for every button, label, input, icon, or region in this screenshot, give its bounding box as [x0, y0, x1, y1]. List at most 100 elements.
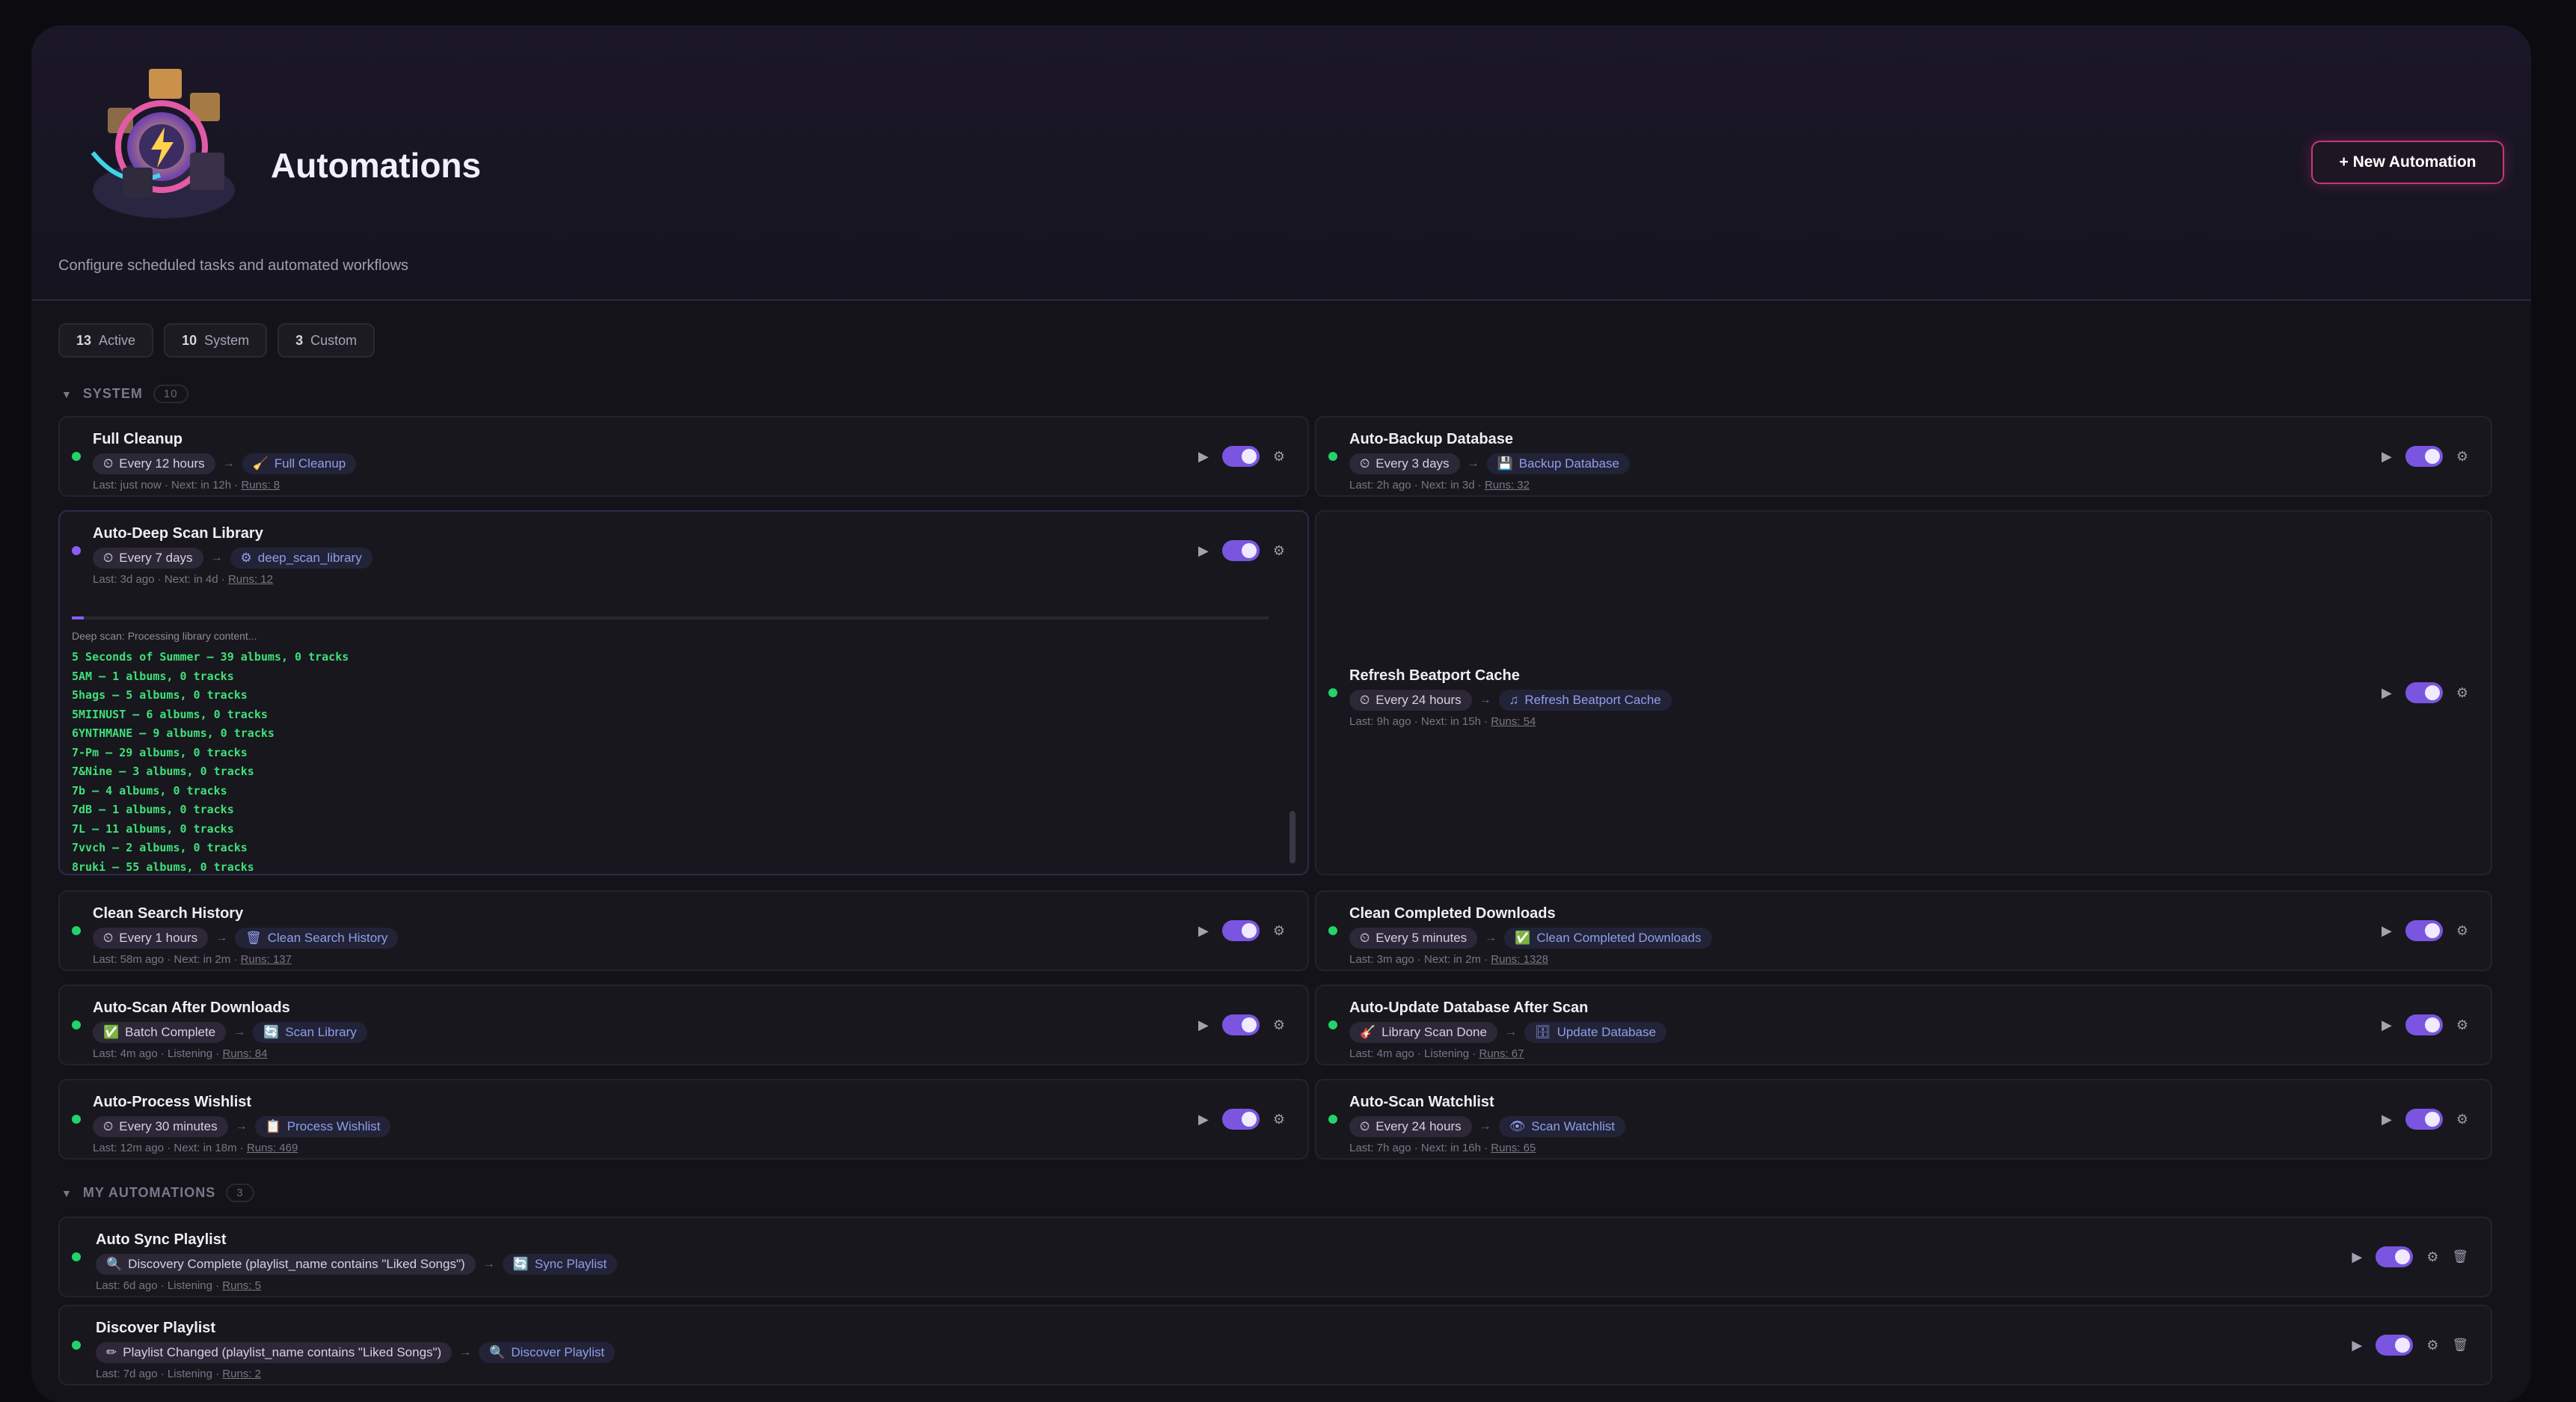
clock-icon: ⏲ — [103, 456, 114, 471]
arrow-icon: → — [222, 457, 235, 470]
automation-card-watchlist[interactable]: Auto-Scan Watchlist ⏲ Every 24 hours → 👁 S… — [1315, 1079, 2492, 1160]
gear-icon[interactable]: ⚙ — [2456, 449, 2468, 465]
run-now-button[interactable]: ▶ — [2382, 449, 2392, 465]
gear-icon[interactable]: ⚙ — [2426, 1338, 2438, 1353]
trigger-chip: ✅ Batch Complete — [93, 1022, 227, 1043]
run-now-button[interactable]: ▶ — [2382, 923, 2392, 939]
run-now-button[interactable]: ▶ — [1198, 923, 1209, 939]
automation-card-clean-downloads[interactable]: Clean Completed Downloads ⏲ Every 5 minut… — [1315, 890, 2492, 971]
trash-icon[interactable]: 🗑 — [2452, 1249, 2468, 1264]
action-chip: 🗄 Update Database — [1524, 1022, 1666, 1043]
run-now-button[interactable]: ▶ — [2352, 1338, 2362, 1353]
action-chip: ⚙ deep_scan_library — [230, 548, 372, 569]
automation-meta: Last: 3d ago · Next: in 4d · Runs: 12 — [93, 573, 273, 586]
automation-card-discover-playlist[interactable]: Discover Playlist ✏ Playlist Changed (pla… — [58, 1305, 2492, 1386]
trigger-chip: ⏲ Every 12 hours — [93, 453, 215, 474]
automation-meta: Last: 4m ago · Listening · Runs: 67 — [1349, 1047, 1524, 1060]
run-now-button[interactable]: ▶ — [2382, 1112, 2392, 1127]
automation-meta: Last: 2h ago · Next: in 3d · Runs: 32 — [1349, 479, 1530, 492]
automation-meta: Last: 6d ago · Listening · Runs: 5 — [96, 1279, 261, 1292]
scan-icon: 🔄 — [263, 1025, 280, 1039]
run-now-button[interactable]: ▶ — [2352, 1249, 2362, 1265]
automation-card-beatport[interactable]: Refresh Beatport Cache ⏲ Every 24 hours →… — [1315, 510, 2492, 875]
automation-card-scan-after-downloads[interactable]: Auto-Scan After Downloads ✅ Batch Complet… — [58, 985, 1309, 1065]
enable-toggle[interactable] — [2405, 446, 2443, 467]
action-chip: 🔍 Discover Playlist — [479, 1342, 616, 1363]
section-system-header[interactable]: ▼ SYSTEM 10 — [61, 385, 188, 403]
guitar-icon: 🎸 — [1360, 1025, 1376, 1039]
arrow-icon: → — [1485, 931, 1497, 944]
gear-icon[interactable]: ⚙ — [2456, 1017, 2468, 1033]
gear-icon[interactable]: ⚙ — [1273, 449, 1285, 465]
automation-logo-icon — [91, 69, 235, 218]
run-now-button[interactable]: ▶ — [1198, 1017, 1209, 1033]
status-dot — [1328, 926, 1337, 935]
automation-name: Auto-Scan Watchlist — [1349, 1094, 1494, 1110]
action-chip: 🗑 Clean Search History — [235, 928, 399, 949]
gear-icon[interactable]: ⚙ — [1273, 1112, 1285, 1127]
run-now-button[interactable]: ▶ — [2382, 1017, 2392, 1033]
floppy-icon: 💾 — [1497, 456, 1513, 471]
enable-toggle[interactable] — [1221, 1014, 1260, 1035]
gear-icon[interactable]: ⚙ — [1273, 543, 1285, 559]
log-line: 5MIINUST — 6 albums, 0 tracks — [72, 707, 268, 721]
enable-toggle[interactable] — [2405, 1109, 2443, 1130]
arrow-icon: → — [1467, 457, 1479, 470]
status-dot — [72, 926, 81, 935]
status-dot — [1328, 1020, 1337, 1029]
log-scrollbar[interactable] — [1289, 639, 1295, 863]
automation-card-update-db[interactable]: Auto-Update Database After Scan 🎸 Library… — [1315, 985, 2492, 1065]
automation-name: Discover Playlist — [96, 1320, 216, 1336]
enable-toggle[interactable] — [2405, 682, 2443, 703]
run-now-button[interactable]: ▶ — [1198, 1112, 1209, 1127]
arrow-icon: → — [1479, 694, 1491, 706]
gear-icon[interactable]: ⚙ — [2456, 923, 2468, 939]
enable-toggle[interactable] — [1221, 920, 1260, 941]
clock-icon: ⏲ — [103, 931, 114, 945]
enable-toggle[interactable] — [1221, 446, 1260, 467]
enable-toggle[interactable] — [2405, 920, 2443, 941]
log-lines: 5 Seconds of Summer — 39 albums, 0 track… — [72, 648, 349, 877]
clock-icon: ⏲ — [1360, 456, 1370, 471]
enable-toggle[interactable] — [2405, 1014, 2443, 1035]
arrow-icon: → — [235, 1120, 248, 1133]
automation-card-wishlist[interactable]: Auto-Process Wishlist ⏲ Every 30 minutes … — [58, 1079, 1309, 1160]
automation-name: Clean Completed Downloads — [1349, 905, 1556, 922]
gear-icon[interactable]: ⚙ — [1273, 923, 1285, 939]
automation-card-clean-search[interactable]: Clean Search History ⏲ Every 1 hours → 🗑 C… — [58, 890, 1309, 971]
status-dot — [72, 452, 81, 461]
enable-toggle[interactable] — [2376, 1246, 2414, 1267]
action-chip: ✅ Clean Completed Downloads — [1504, 928, 1712, 949]
run-now-button[interactable]: ▶ — [1198, 449, 1209, 465]
clock-icon: ⏲ — [103, 551, 114, 565]
automation-card-auto-backup[interactable]: Auto-Backup Database ⏲ Every 3 days → 💾 Ba… — [1315, 416, 2492, 497]
search-icon: 🔍 — [489, 1345, 506, 1359]
automation-meta: Last: 9h ago · Next: in 15h · Runs: 54 — [1349, 715, 1536, 728]
status-dot — [72, 1020, 81, 1029]
page-header: Automations Configure scheduled tasks an… — [31, 25, 2531, 301]
run-now-button[interactable]: ▶ — [2382, 685, 2392, 701]
log-line: 7L — 11 albums, 0 tracks — [72, 821, 234, 836]
gear-icon[interactable]: ⚙ — [2456, 685, 2468, 701]
automation-meta: Last: just now · Next: in 12h · Runs: 8 — [93, 479, 280, 492]
trash-icon[interactable]: 🗑 — [2452, 1338, 2468, 1353]
enable-toggle[interactable] — [2376, 1335, 2414, 1356]
enable-toggle[interactable] — [1221, 1109, 1260, 1130]
automation-name: Auto-Update Database After Scan — [1349, 1000, 1589, 1016]
gear-icon[interactable]: ⚙ — [2456, 1112, 2468, 1127]
automation-meta: Last: 4m ago · Listening · Runs: 84 — [93, 1047, 268, 1060]
stat-system: 10 System — [164, 323, 268, 358]
database-icon: 🗄 — [1534, 1025, 1551, 1039]
enable-toggle[interactable] — [1221, 540, 1260, 561]
automation-card-sync-playlist[interactable]: Auto Sync Playlist 🔍 Discovery Complete (… — [58, 1216, 2492, 1297]
gear-icon[interactable]: ⚙ — [2426, 1249, 2438, 1265]
automation-card-full-cleanup[interactable]: Full Cleanup ⏲ Every 12 hours → 🧹 Full Cle… — [58, 416, 1309, 497]
run-now-button[interactable]: ▶ — [1198, 543, 1209, 559]
section-custom-header[interactable]: ▼ MY AUTOMATIONS 3 — [61, 1184, 254, 1202]
gear-icon[interactable]: ⚙ — [1273, 1017, 1285, 1033]
list-icon: 📋 — [265, 1119, 281, 1133]
automation-card-deep-scan[interactable]: Auto-Deep Scan Library ⏲ Every 7 days → ⚙… — [58, 510, 1309, 875]
automation-name: Auto-Backup Database — [1349, 431, 1513, 447]
new-automation-button[interactable]: + New Automation — [2311, 141, 2504, 184]
broom-icon: 🧹 — [252, 456, 269, 471]
